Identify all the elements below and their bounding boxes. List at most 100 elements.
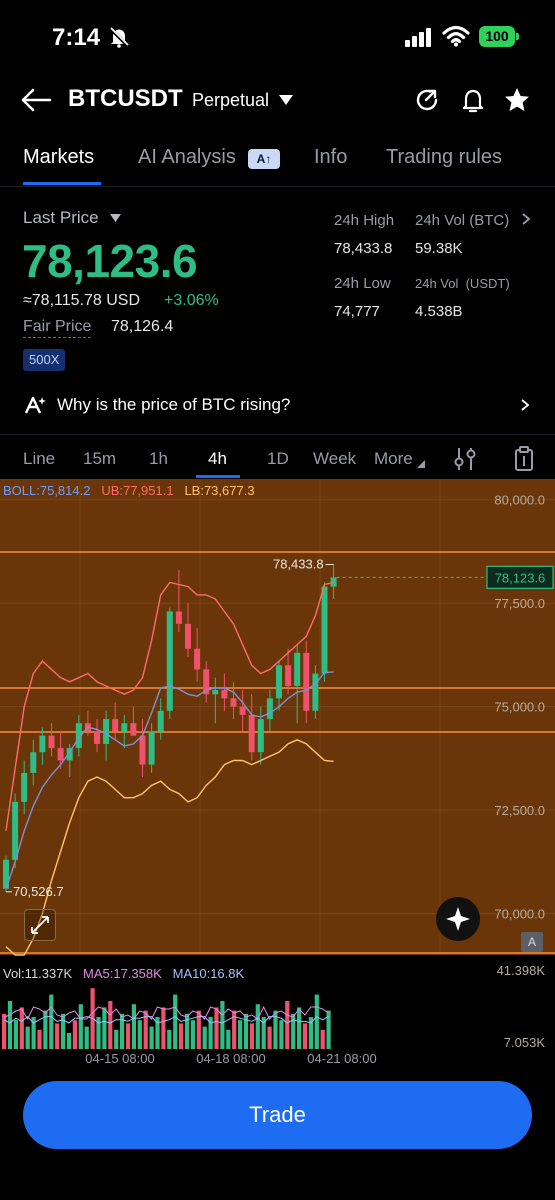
more-triangle-icon[interactable]: [417, 460, 426, 468]
active-timeframe-indicator: [196, 475, 240, 478]
fair-price-label[interactable]: Fair Price: [23, 318, 92, 338]
indicator-settings-icon[interactable]: [453, 446, 477, 472]
bell-off-icon: [108, 26, 130, 48]
tab-trading-rules[interactable]: Trading rules: [386, 146, 502, 169]
volume-bar: [149, 1026, 154, 1049]
candle-body: [330, 577, 337, 587]
vol-btc-value: 59.38K: [415, 240, 463, 257]
volume-bar: [190, 1020, 195, 1049]
vol-btc-label[interactable]: 24h Vol (BTC): [415, 212, 509, 229]
vol-usdt-value: 4.538B: [415, 303, 463, 320]
volume-bar: [314, 994, 319, 1049]
volume-bar: [2, 1013, 7, 1049]
timeframe-line[interactable]: Line: [23, 449, 55, 469]
volume-bar: [279, 1020, 284, 1049]
wifi-icon: [442, 25, 470, 47]
usd-approx-price: ≈78,115.78 USD: [23, 292, 140, 309]
volume-legend: Vol:11.337K MA5:17.358K MA10:16.8K: [3, 966, 244, 981]
ai-sparkle-button[interactable]: [436, 897, 480, 941]
volume-bar: [102, 1007, 107, 1049]
sparkle-icon: [446, 907, 470, 931]
timeframe-4h[interactable]: 4h: [208, 449, 227, 469]
candle-body: [303, 652, 310, 711]
refresh-icon[interactable]: [413, 86, 441, 114]
boll-value: BOLL:75,814.2: [3, 483, 91, 498]
volume-bar: [249, 1023, 254, 1049]
contract-type[interactable]: Perpetual: [192, 90, 269, 111]
y-tick-label: 77,500.0: [494, 596, 545, 611]
candle-body: [121, 723, 128, 732]
volume-bar: [255, 1004, 260, 1049]
volume-bar: [37, 1029, 42, 1049]
expand-arrows-icon: [31, 916, 49, 934]
volume-bar: [238, 1020, 243, 1049]
chart-background: [0, 479, 555, 955]
back-arrow-icon[interactable]: [20, 86, 52, 114]
candle-body: [39, 735, 46, 753]
auto-scale-button[interactable]: A: [521, 932, 543, 952]
volume-bar: [220, 1001, 225, 1049]
trade-button[interactable]: Trade: [23, 1081, 532, 1149]
ma5-value: MA5:17.358K: [83, 966, 162, 981]
candle-body: [21, 772, 28, 802]
candle-body: [175, 611, 182, 624]
ai-logo-icon: [25, 396, 46, 414]
candle-body: [12, 801, 19, 860]
candle-body: [130, 723, 137, 736]
timeframe-1h[interactable]: 1h: [149, 449, 168, 469]
star-favorite-icon[interactable]: [503, 86, 531, 114]
candle-body: [321, 586, 328, 674]
header: BTCUSDT Perpetual: [0, 76, 555, 124]
battery-indicator: 100: [479, 26, 519, 47]
last-price-label[interactable]: Last Price: [23, 208, 99, 228]
volume-bar: [19, 1007, 24, 1049]
candle-body: [212, 690, 219, 695]
tab-ai-analysis[interactable]: AI Analysis: [138, 146, 236, 169]
volume-bar: [84, 1026, 89, 1049]
volume-bar: [72, 1020, 77, 1049]
tab-divider: [0, 186, 555, 187]
candle-body: [139, 735, 146, 765]
candle-body: [166, 611, 173, 711]
volume-bar: [320, 1029, 325, 1049]
section-divider: [0, 434, 555, 435]
timeframe-week[interactable]: Week: [313, 449, 356, 469]
candle-body: [257, 719, 264, 753]
volume-bar: [326, 1010, 331, 1049]
candle-body: [157, 710, 164, 732]
timeframe-1d[interactable]: 1D: [267, 449, 289, 469]
ai-question-row[interactable]: Why is the price of BTC rising?: [0, 386, 555, 426]
y-tick-label: 72,500.0: [494, 803, 545, 818]
volume-bar: [285, 1001, 290, 1049]
candle-body: [103, 719, 110, 744]
price-change-percent: +3.06%: [164, 292, 219, 309]
volume-bar: [108, 1001, 113, 1049]
timeframe-15m[interactable]: 15m: [83, 449, 116, 469]
caret-down-icon[interactable]: [278, 93, 294, 107]
tab-info[interactable]: Info: [314, 146, 347, 169]
chevron-right-icon[interactable]: [521, 212, 531, 226]
volume-tick-label: 41.398K: [497, 963, 546, 978]
symbol-title[interactable]: BTCUSDT: [68, 85, 183, 113]
caret-down-icon[interactable]: [109, 212, 122, 223]
volume-tick-label: 7.053K: [504, 1035, 546, 1050]
volume-bar: [202, 1026, 207, 1049]
fair-price-value: 78,126.4: [111, 318, 174, 335]
high-24h-label: 24h High: [334, 212, 395, 229]
timeframe-more[interactable]: More: [374, 449, 413, 469]
candle-body: [248, 714, 255, 753]
bell-icon[interactable]: [459, 86, 487, 114]
chevron-right-icon: [521, 399, 530, 411]
ma10-value: MA10:16.8K: [172, 966, 245, 981]
vol-usdt-label: 24h Vol (USDT): [415, 276, 510, 291]
candle-body: [48, 735, 55, 749]
clipboard-icon[interactable]: [512, 446, 536, 472]
candle-body: [94, 731, 100, 744]
vol-value: Vol:11.337K: [3, 966, 73, 981]
low-24h-value: 74,777: [334, 303, 380, 320]
tab-markets[interactable]: Markets: [23, 146, 94, 169]
volume-bar: [302, 1023, 308, 1049]
boll-ub-value: UB:77,951.1: [101, 483, 174, 498]
volume-bar: [297, 1007, 302, 1049]
fullscreen-button[interactable]: [24, 909, 56, 941]
